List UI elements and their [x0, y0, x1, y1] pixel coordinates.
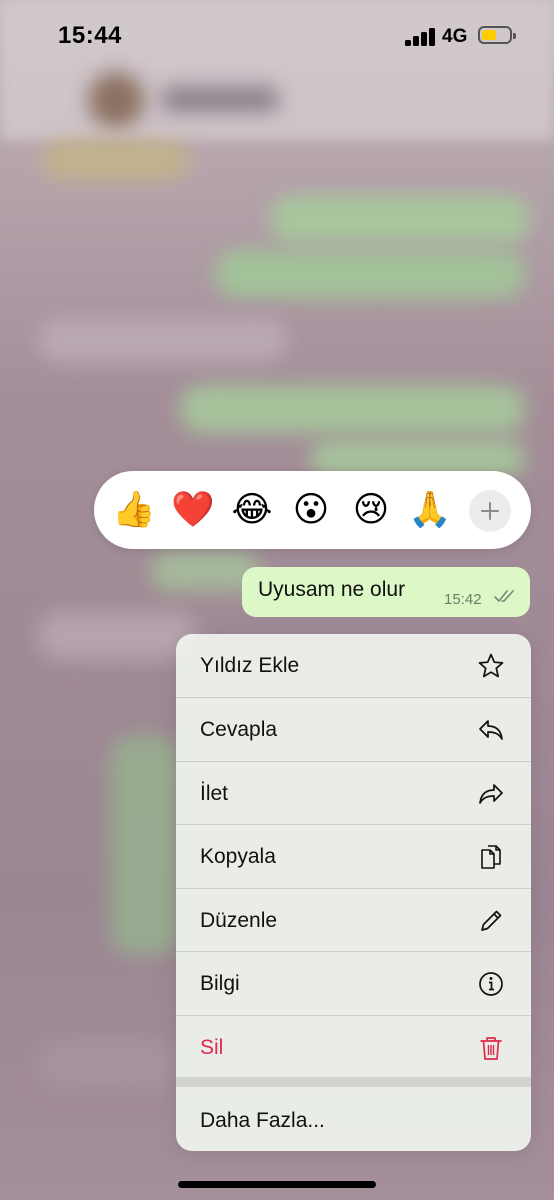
blurred-message: [38, 1040, 178, 1088]
copy-icon: [481, 845, 501, 869]
blurred-message: [270, 195, 530, 243]
home-indicator[interactable]: [178, 1181, 376, 1188]
reaction-crying[interactable]: 😢: [349, 490, 393, 530]
blurred-message: [215, 250, 525, 298]
battery-icon: [478, 26, 516, 44]
plus-icon[interactable]: [469, 490, 511, 532]
menu-item-label: İlet: [200, 782, 229, 805]
menu-item-reply[interactable]: Cevapla: [176, 698, 531, 761]
blurred-message: [180, 385, 525, 433]
message-text: Uyusam ne olur: [258, 578, 406, 601]
blurred-avatar: [88, 72, 144, 128]
message-context-menu: Yıldız Ekle Cevapla İlet Kopyala Düzenle: [176, 634, 531, 1151]
menu-item-more[interactable]: Daha Fazla...: [176, 1089, 531, 1151]
menu-item-label: Sil: [200, 1036, 224, 1059]
menu-item-label: Yıldız Ekle: [200, 654, 300, 677]
menu-section-divider: [176, 1077, 531, 1087]
star-icon: [478, 653, 504, 678]
menu-item-label: Cevapla: [200, 718, 278, 741]
trash-icon: [480, 1037, 502, 1060]
blurred-message: [110, 735, 180, 955]
menu-item-delete[interactable]: Sil: [176, 1016, 531, 1079]
reaction-laughing[interactable]: 😂: [230, 490, 274, 530]
menu-item-label: Daha Fazla...: [200, 1109, 325, 1132]
battery-level-fill: [482, 30, 496, 40]
reaction-folded-hands[interactable]: 🙏: [408, 490, 452, 530]
status-bar: 15:44 4G: [0, 0, 554, 70]
double-check-icon: [494, 590, 514, 602]
reaction-bar: 👍 ❤️ 😂 😮 😢 🙏: [94, 471, 531, 549]
forward-icon: [479, 784, 503, 804]
blurred-message: [38, 318, 288, 362]
menu-item-label: Kopyala: [200, 845, 276, 868]
info-icon: [479, 972, 503, 996]
menu-item-copy[interactable]: Kopyala: [176, 825, 531, 888]
blurred-contact-name: [160, 86, 280, 112]
menu-item-label: Düzenle: [200, 909, 278, 932]
reaction-heart[interactable]: ❤️: [171, 490, 215, 530]
status-time: 15:44: [58, 22, 122, 49]
selected-message-bubble[interactable]: Uyusam ne olur 15:42: [242, 567, 530, 617]
menu-item-edit[interactable]: Düzenle: [176, 889, 531, 952]
reaction-thumbs-up[interactable]: 👍: [112, 490, 156, 530]
pencil-icon: [481, 910, 502, 931]
blurred-message: [38, 612, 198, 660]
cellular-signal-icon: [405, 28, 437, 46]
menu-item-info[interactable]: Bilgi: [176, 952, 531, 1015]
reply-icon: [479, 720, 503, 740]
menu-item-star[interactable]: Yıldız Ekle: [176, 634, 531, 697]
menu-item-label: Bilgi: [200, 972, 240, 995]
blurred-message: [40, 140, 190, 180]
menu-item-forward[interactable]: İlet: [176, 762, 531, 825]
reaction-surprised[interactable]: 😮: [289, 490, 333, 530]
network-type: 4G: [442, 26, 468, 47]
message-time: 15:42: [444, 591, 482, 608]
